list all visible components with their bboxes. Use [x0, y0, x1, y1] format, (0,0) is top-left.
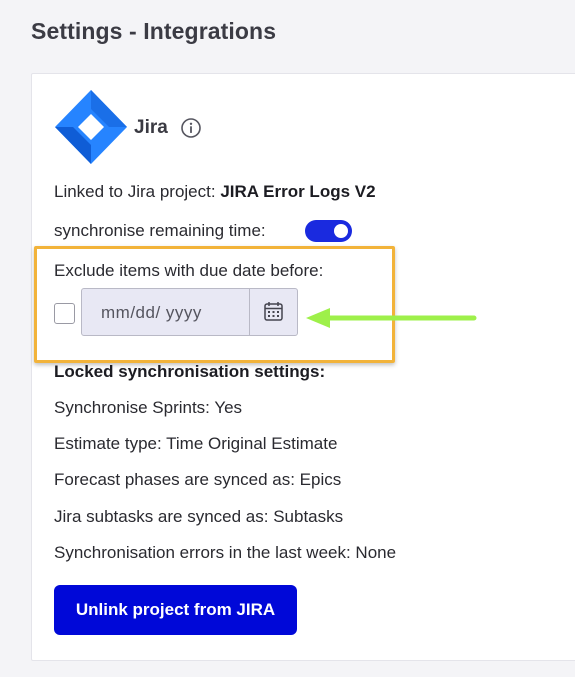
info-icon[interactable]	[180, 117, 202, 139]
linked-project-row: Linked to Jira project: JIRA Error Logs …	[54, 182, 376, 202]
calendar-icon[interactable]	[250, 289, 297, 335]
integration-name: Jira	[134, 117, 168, 138]
setting-sprints: Synchronise Sprints: Yes	[54, 398, 243, 417]
setting-estimate-type: Estimate type: Time Original Estimate	[54, 434, 338, 453]
setting-forecast-phases: Forecast phases are synced as: Epics	[54, 470, 342, 489]
sync-remaining-toggle[interactable]	[305, 220, 352, 242]
locked-settings-heading: Locked synchronisation settings:	[54, 362, 326, 381]
due-date-input[interactable]: mm/dd/ yyyy	[81, 288, 298, 336]
page-title: Settings - Integrations	[31, 18, 277, 44]
arrow-left-icon	[306, 308, 477, 328]
linked-project-name: JIRA Error Logs V2	[220, 182, 376, 201]
sync-remaining-label: synchronise remaining time:	[54, 221, 266, 240]
setting-subtasks: Jira subtasks are synced as: Subtasks	[54, 507, 344, 526]
jira-header: Jira	[55, 90, 255, 164]
linked-project-label: Linked to Jira project:	[54, 182, 221, 201]
toggle-knob	[334, 224, 348, 238]
exclude-label: Exclude items with due date before:	[54, 261, 324, 280]
date-placeholder: mm/dd/ yyyy	[101, 303, 202, 322]
setting-sync-errors: Synchronisation errors in the last week:…	[54, 543, 397, 562]
jira-logo-icon	[55, 90, 127, 164]
exclude-checkbox[interactable]	[54, 303, 75, 324]
unlink-project-button[interactable]: Unlink project from JIRA	[54, 585, 297, 635]
